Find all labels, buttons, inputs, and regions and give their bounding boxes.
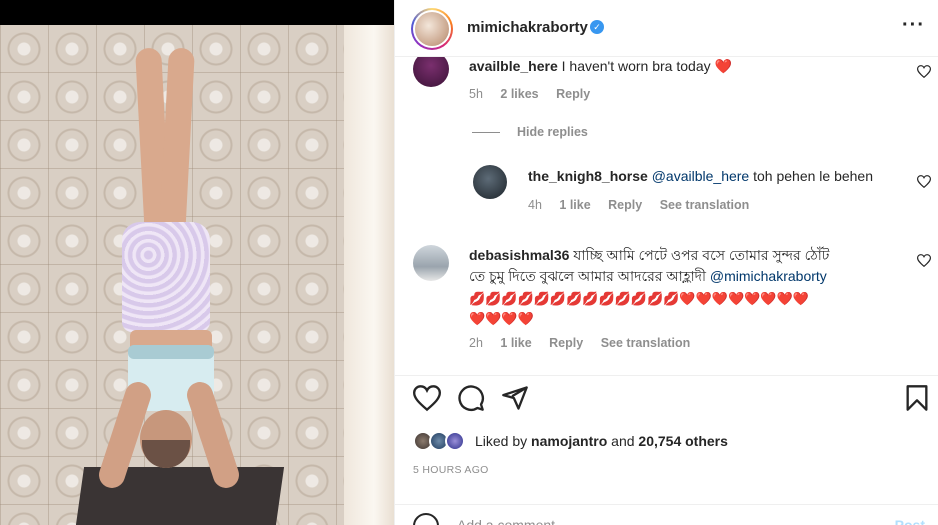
add-comment-bar: Add a comment... Post bbox=[395, 504, 938, 525]
comment-reply-button[interactable]: Reply bbox=[549, 336, 583, 350]
avatar-picture bbox=[415, 12, 449, 46]
reply-mention[interactable]: @availble_here bbox=[652, 168, 750, 184]
add-comment-input[interactable]: Add a comment... bbox=[457, 517, 567, 525]
comment-text-line1: যাচ্ছি আমি পেটে ওপর বসে তোমার সুন্দর ঠোঁ… bbox=[573, 247, 830, 263]
liked-by-others[interactable]: 20,754 others bbox=[638, 433, 728, 449]
comment-body: availble_here I haven't worn bra today ❤… bbox=[469, 57, 732, 77]
comment-username[interactable]: availble_here bbox=[469, 58, 558, 74]
reply-reply-button[interactable]: Reply bbox=[608, 198, 642, 212]
comment-meta: 2h 1 like Reply See translation bbox=[469, 336, 704, 350]
comment-time: 5h bbox=[469, 87, 483, 101]
photo-wall-edge bbox=[344, 25, 394, 525]
comment-text: I haven't worn bra today bbox=[561, 58, 711, 74]
post-panel: mimichakraborty ✓ ··· availble_here I ha… bbox=[394, 0, 938, 525]
liked-by-middle: and bbox=[611, 433, 635, 449]
reply-body: the_knigh8_horse @availble_here toh pehe… bbox=[528, 166, 873, 187]
reply-avatar[interactable] bbox=[473, 165, 507, 199]
comment-likes[interactable]: 1 like bbox=[500, 336, 531, 350]
post-timestamp[interactable]: 5 HOURS AGO bbox=[413, 464, 489, 476]
reply-like-heart-icon[interactable] bbox=[917, 175, 931, 188]
hide-replies-line bbox=[472, 132, 500, 133]
comment-like-heart-icon[interactable] bbox=[917, 254, 931, 267]
share-icon[interactable] bbox=[501, 384, 529, 412]
photo-top-band bbox=[128, 345, 214, 359]
comment-time: 2h bbox=[469, 336, 483, 350]
liker-avatar bbox=[445, 431, 465, 451]
reply-time: 4h bbox=[528, 198, 542, 212]
reply-text: toh pehen le behen bbox=[753, 168, 873, 184]
post-actions: Liked by namojantro and 20,754 others 5 … bbox=[395, 375, 938, 525]
comment-see-translation[interactable]: See translation bbox=[601, 336, 691, 350]
comments-list[interactable]: availble_here I haven't worn bra today ❤… bbox=[395, 57, 938, 375]
comment-mention[interactable]: @mimichakraborty bbox=[710, 268, 827, 284]
media-top-bar bbox=[0, 0, 394, 25]
liked-by-user[interactable]: namojantro bbox=[531, 433, 607, 449]
comment-emoji-line1: 💋💋💋💋💋💋💋💋💋💋💋💋💋❤️❤️❤️❤️❤️❤️❤️❤️ bbox=[469, 291, 809, 306]
comment-username[interactable]: debasishmal36 bbox=[469, 247, 569, 263]
comment-like-heart-icon[interactable] bbox=[917, 65, 931, 78]
comment-icon[interactable] bbox=[457, 384, 485, 412]
heart-icon[interactable] bbox=[413, 384, 441, 412]
comment-reply-button[interactable]: Reply bbox=[556, 87, 590, 101]
liked-by-prefix: Liked by bbox=[475, 433, 528, 449]
bookmark-icon[interactable] bbox=[903, 384, 931, 412]
verified-badge-icon: ✓ bbox=[590, 20, 604, 34]
reply-username[interactable]: the_knigh8_horse bbox=[528, 168, 648, 184]
reply-see-translation[interactable]: See translation bbox=[660, 198, 750, 212]
emoji-icon[interactable] bbox=[413, 513, 439, 525]
comment-avatar[interactable] bbox=[413, 57, 449, 87]
hide-replies-button[interactable]: Hide replies bbox=[517, 125, 588, 139]
reply-likes[interactable]: 1 like bbox=[559, 198, 590, 212]
more-options-icon[interactable]: ··· bbox=[902, 14, 925, 37]
comment-body-line2: তে চুমু দিতে বুঝলে আমার আদরের আহ্লাদী @m… bbox=[469, 266, 909, 287]
reply-meta: 4h 1 like Reply See translation bbox=[528, 198, 763, 212]
comment-avatar[interactable] bbox=[413, 245, 449, 281]
comment-emoji-line2: ❤️❤️❤️❤️ bbox=[469, 311, 534, 326]
comment-likes[interactable]: 2 likes bbox=[500, 87, 538, 101]
liked-by-text: Liked by namojantro and 20,754 others bbox=[475, 433, 728, 449]
author-username[interactable]: mimichakraborty bbox=[467, 19, 588, 36]
author-avatar[interactable] bbox=[411, 8, 453, 50]
comment-body: debasishmal36 যাচ্ছি আমি পেটে ওপর বসে তো… bbox=[469, 245, 899, 266]
post-header: mimichakraborty ✓ ··· bbox=[395, 0, 938, 57]
post-comment-button[interactable]: Post bbox=[895, 517, 925, 525]
comment-emoji: ❤️ bbox=[714, 58, 732, 74]
comment-text-line2: তে চুমু দিতে বুঝলে আমার আদরের আহ্লাদী bbox=[469, 268, 706, 284]
post-media[interactable] bbox=[0, 0, 394, 525]
comment-meta: 5h 2 likes Reply bbox=[469, 87, 604, 101]
photo-shorts bbox=[122, 222, 210, 332]
